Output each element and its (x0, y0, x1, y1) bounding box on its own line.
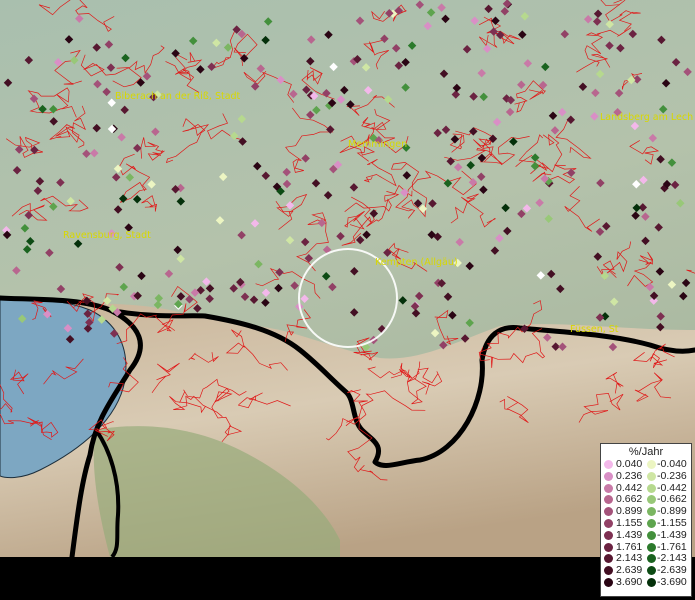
legend-swatch (604, 495, 613, 505)
legend-row: 3.690 -3.690 (601, 575, 691, 589)
legend-label: 0.442 (616, 481, 643, 494)
legend-label: 0.236 (616, 469, 643, 482)
legend-rows: 0.040 -0.040 0.236 -0.236 0.442 -0.442 0.662 -0… (601, 458, 691, 589)
legend-label: -2.143 (657, 552, 687, 565)
legend-swatch (604, 566, 613, 576)
city-label-biberach[interactable]: Biberach an der Riß, Stadt (115, 91, 241, 102)
legend-label: -1.761 (657, 540, 687, 553)
city-label-landsberg[interactable]: Landsberg am Lech (600, 112, 693, 123)
legend-swatch (604, 483, 613, 493)
legend-swatch (647, 542, 656, 552)
legend-swatch (604, 577, 613, 587)
legend-swatch (647, 530, 656, 540)
legend-swatch (647, 554, 656, 564)
legend-label: 3.690 (616, 575, 643, 588)
legend-label: -0.442 (657, 481, 687, 494)
legend-label: -2.639 (657, 564, 687, 577)
legend-label: -0.040 (657, 458, 687, 470)
legend-swatch (647, 577, 656, 587)
legend-label: 2.143 (616, 552, 643, 565)
trend-map[interactable]: Biberach an der Riß, Stadt Memmingen Lan… (0, 0, 695, 600)
legend-title: %/Jahr (628, 446, 664, 458)
city-label-kempten[interactable]: Kempten (Allgäu) (375, 257, 458, 268)
legend-label: -1.439 (657, 528, 687, 541)
city-label-fuessen[interactable]: Füssen, St (570, 324, 619, 335)
city-label-memmingen[interactable]: Memmingen (348, 139, 407, 150)
legend-swatch (647, 483, 656, 493)
legend-swatch (647, 507, 656, 517)
legend-label: 1.761 (616, 540, 643, 553)
legend-label: -0.236 (657, 469, 687, 482)
legend-swatch (647, 566, 656, 576)
legend-label: 0.899 (616, 505, 643, 518)
legend-swatch (604, 507, 613, 517)
legend-swatch (604, 471, 613, 481)
legend-label: -3.690 (657, 575, 687, 588)
legend-swatch (604, 530, 613, 540)
legend-swatch (647, 495, 656, 505)
legend-swatch (604, 518, 613, 528)
bottom-bar (0, 557, 695, 600)
legend-swatch (604, 542, 613, 552)
legend-swatch (647, 460, 656, 469)
city-label-ravensburg[interactable]: Ravensburg, Stadt (63, 230, 151, 241)
legend-swatch (604, 460, 613, 469)
map-legend: %/Jahr 0.040 -0.040 0.236 -0.236 0.442 -0.442… (600, 443, 692, 597)
legend-label: 1.439 (616, 528, 643, 541)
legend-label: 0.040 (616, 458, 643, 470)
legend-label: -0.899 (657, 505, 687, 518)
legend-swatch (604, 554, 613, 564)
legend-label: 0.662 (616, 493, 643, 506)
legend-label: -1.155 (657, 516, 687, 529)
legend-label: -0.662 (657, 493, 687, 506)
legend-label: 2.639 (616, 564, 643, 577)
legend-swatch (647, 471, 656, 481)
legend-label: 1.155 (616, 516, 643, 529)
legend-swatch (647, 518, 656, 528)
